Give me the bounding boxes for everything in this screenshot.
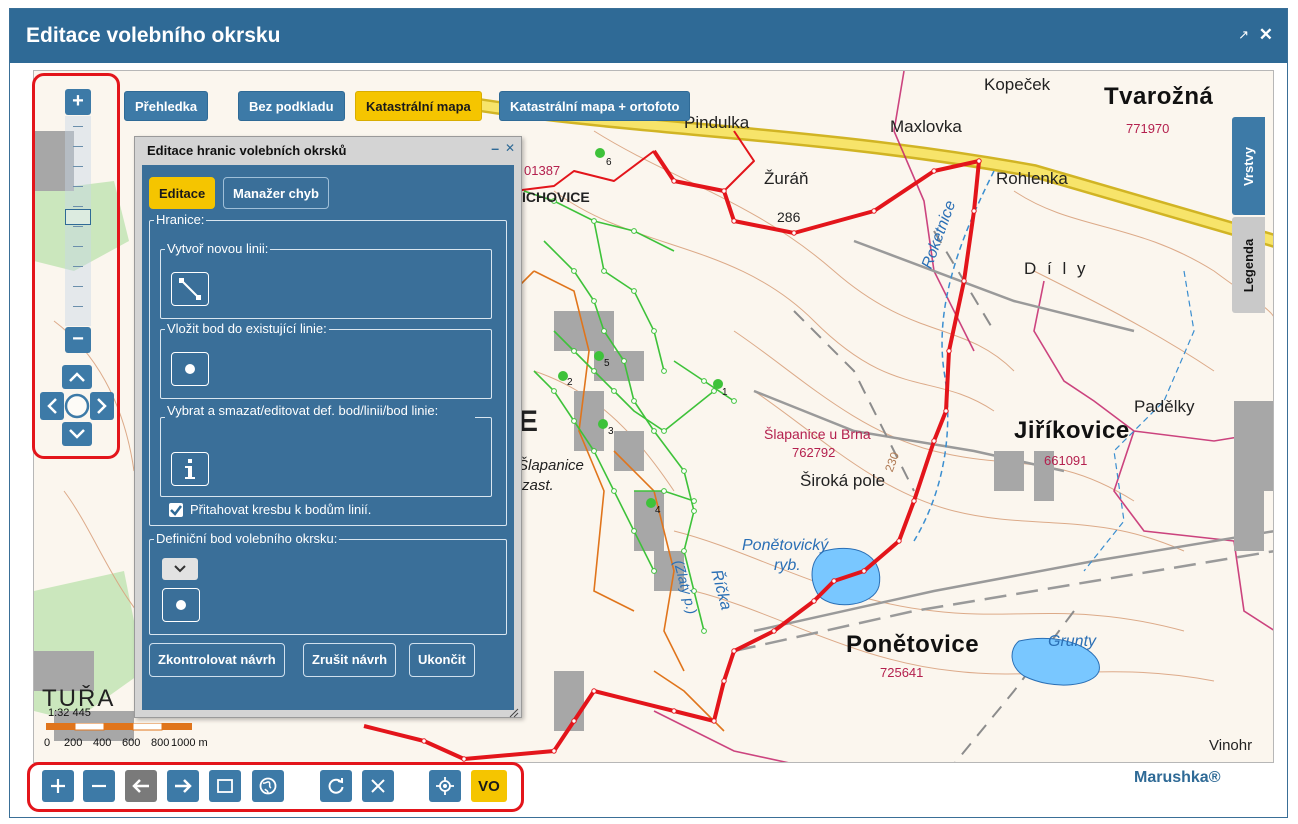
highlight-toolbar [27,762,524,812]
title-bar: Editace volebního okrsku ↗ ✕ [10,9,1287,63]
map-label-slapanice-cadastre: Šlapanice u Brna [764,426,871,442]
brand-logo: Marushka® [1134,769,1221,786]
snap-checkbox[interactable] [169,503,183,517]
edit-panel: Editace hranic volebních okrsků – ✕ Edit… [134,136,522,718]
map-label-padelky: Padělky [1134,397,1195,416]
map-label-jirikovice-code: 661091 [1044,453,1088,468]
close-icon[interactable]: ✕ [1259,25,1273,45]
popout-icon[interactable]: ↗ [1238,27,1249,43]
tab-vrstvy-label: Vrstvy [1241,146,1257,186]
map-label-jirikovice: Jiříkovice [1014,417,1130,444]
fieldset-select-edit: Vybrat a smazat/editovat def. bod/linii/… [160,402,492,497]
draw-line-icon [179,278,201,300]
edit-panel-title: Editace hranic volebních okrsků [147,143,347,158]
map-label-maxlovka: Maxlovka [890,117,962,136]
map-label-kopecek: Kopeček [984,75,1051,94]
map-label-ponetovice: Ponětovice [846,631,980,658]
map-label-pindulka: Pindulka [684,113,750,132]
edit-panel-body: Editace Manažer chyb Hranice: Vytvoř nov… [142,165,514,710]
map-label-siroka-pole: Široká pole [800,471,886,490]
fieldset-create-line: Vytvoř novou linii: [160,241,492,319]
info-icon [185,459,195,479]
map-label-ponetovicky: Ponětovický [742,537,829,554]
basemap-bez-podkladu-button[interactable]: Bez podkladu [238,91,345,121]
map-label-zast: zast. [522,477,554,494]
tab-legenda[interactable]: Legenda [1232,217,1265,313]
highlight-zoom-control [32,73,120,459]
map-label-slapanice-zast: Šlapanice [518,457,584,474]
point-label: 1 [722,387,728,398]
def-point-button[interactable] [162,588,200,622]
scale-tick: 0 [44,737,51,749]
scale-tick: 1000 m [171,737,208,749]
insert-point-label: Vložit bod do existující linie: [165,321,329,336]
map-label-tvarozna: Tvarožná [1104,83,1214,110]
def-point-dropdown[interactable] [162,558,198,580]
tab-editace[interactable]: Editace [149,177,216,209]
map-label-zuran-num: 286 [777,209,801,225]
check-design-button[interactable]: Zkontrolovat návrh [149,643,285,677]
scale-tick: 400 [93,737,112,749]
basemap-katastralni-ortofoto-button[interactable]: Katastrální mapa + ortofoto [499,91,691,121]
map-label-vinohr: Vinohr [1209,737,1253,754]
map-label-ponetovice-code: 725641 [880,665,924,680]
scale-ratio: 1:32 445 [48,707,91,719]
create-line-button[interactable] [171,272,209,306]
fieldset-hranice: Hranice: Vytvoř novou linii: Vložit bod … [149,212,507,526]
finish-button[interactable]: Ukončit [409,643,475,677]
map-label-ryb: ryb. [774,557,801,574]
point-label: 6 [606,157,612,168]
tab-vrstvy[interactable]: Vrstvy [1232,117,1265,215]
basemap-katastralni-mapa-button[interactable]: Katastrální mapa [355,91,482,121]
map-label-grunty: Grunty [1048,633,1097,650]
scale-tick: 600 [122,737,141,749]
fieldset-insert-point: Vložit bod do existující linie: [160,321,492,399]
scale-tick: 200 [64,737,83,749]
map-label-rohlenka: Rohlenka [996,169,1068,188]
resize-handle[interactable] [509,705,519,718]
tab-legenda-label: Legenda [1241,238,1256,292]
basemap-prehledka-button[interactable]: Přehledka [124,91,209,121]
close-icon[interactable]: ✕ [505,141,515,155]
fieldset-hranice-label: Hranice: [154,212,207,227]
check-icon [170,505,182,516]
def-point-label: Definiční bod volebního okrsku: [154,531,340,546]
point-label: 5 [604,358,610,369]
scale-tick: 800 [151,737,170,749]
cancel-design-button[interactable]: Zrušit návrh [303,643,397,677]
point-label: 3 [608,426,614,437]
map-label-zuran: Žuráň [764,169,809,188]
fieldset-def-point: Definiční bod volebního okrsku: [149,531,507,635]
map-label-01387: 01387 [524,163,561,178]
map-label-slapanice-code: 762792 [792,445,836,460]
window-title: Editace volebního okrsku [26,24,281,47]
point-label: 2 [567,377,573,388]
point-icon [176,600,186,610]
map-label-ichovice: ICHOVICE [522,189,590,205]
insert-point-button[interactable] [171,352,209,386]
map-label-dily: D í l y [1024,259,1089,278]
map-label-tvarozna-code: 771970 [1126,121,1170,136]
tab-manazer-chyb[interactable]: Manažer chyb [223,177,329,209]
minimize-icon[interactable]: – [491,140,499,156]
create-line-label: Vytvoř novou linii: [165,241,271,256]
select-edit-button[interactable] [171,452,209,486]
select-edit-label: Vybrat a smazat/editovat def. bod/linii/… [165,402,475,420]
scale-bar [46,723,192,731]
point-label: 4 [655,505,661,516]
snap-label: Přitahovat kresbu k bodům linií. [190,502,372,517]
chevron-down-icon [174,565,186,573]
point-icon [185,364,195,374]
